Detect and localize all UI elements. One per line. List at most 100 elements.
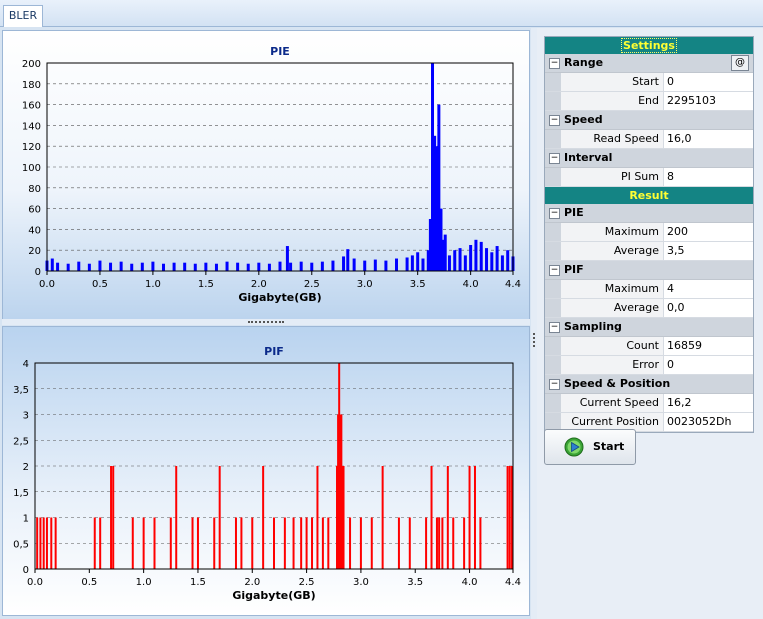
- data-bar: [443, 234, 447, 271]
- data-bar: [458, 248, 462, 271]
- data-bar: [321, 517, 324, 569]
- x-tick-label: 4.0: [462, 577, 478, 588]
- range-at-button[interactable]: @: [731, 55, 749, 71]
- category-range[interactable]: − Range @: [545, 54, 753, 73]
- x-tick-label: 2.0: [244, 577, 260, 588]
- pie-chart-panel: PIE 0 20 40 60 80 100 120 140 160 180 200 0.0 0.5 1.0 1…: [2, 30, 530, 320]
- prop-name: PI Sum: [561, 168, 664, 186]
- data-bar: [218, 466, 221, 569]
- x-tick-label: 3.0: [357, 279, 373, 290]
- tab-strip: BLER: [0, 0, 763, 27]
- chart-title: PIF: [264, 345, 284, 358]
- data-bar: [109, 262, 113, 271]
- data-bar: [251, 517, 254, 569]
- data-bar: [405, 257, 409, 271]
- data-bar: [93, 517, 96, 569]
- collapse-icon[interactable]: −: [549, 379, 560, 390]
- read-speed-field[interactable]: 16,0: [664, 130, 753, 148]
- data-bar: [140, 262, 144, 271]
- data-bar: [359, 517, 362, 569]
- y-tick-label: 2: [23, 462, 29, 473]
- data-bar: [278, 261, 282, 271]
- pi-sum-field[interactable]: 8: [664, 168, 753, 186]
- category-speed-position[interactable]: − Speed & Position: [545, 375, 753, 394]
- current-speed-value: 16,2: [664, 394, 753, 412]
- category-sampling[interactable]: − Sampling: [545, 318, 753, 337]
- data-bar: [363, 260, 367, 271]
- data-bar: [500, 255, 504, 271]
- start-field[interactable]: 0: [664, 73, 753, 91]
- prop-row-end[interactable]: End 2295103: [545, 92, 753, 111]
- category-label: Speed: [564, 113, 603, 126]
- data-bar: [66, 263, 70, 271]
- collapse-icon[interactable]: −: [549, 115, 560, 126]
- prop-row-start[interactable]: Start 0: [545, 73, 753, 92]
- pif-chart: PIF 0 0,5 1 1,5 2 2,5 3 3,5 4 0.0 0.5 1.0 1.5 2.0 2.5 3.…: [13, 345, 521, 602]
- data-bar: [191, 517, 194, 569]
- category-label: Sampling: [564, 320, 622, 333]
- y-tick-label: 160: [22, 101, 41, 112]
- data-bar: [384, 260, 388, 271]
- data-bar: [305, 517, 308, 569]
- y-tick-label: 0: [35, 267, 41, 278]
- data-bar: [495, 246, 499, 271]
- x-tick-label: 2.5: [299, 577, 315, 588]
- collapse-icon[interactable]: −: [549, 208, 560, 219]
- x-tick-label: 2.5: [304, 279, 320, 290]
- prop-name: Current Speed: [561, 394, 664, 412]
- y-tick-label: 2,5: [13, 436, 29, 447]
- y-tick-label: 140: [22, 121, 41, 132]
- x-tick-label: 4.4: [505, 279, 521, 290]
- x-tick-label: 0.0: [39, 279, 55, 290]
- data-bar: [169, 517, 172, 569]
- data-bar: [463, 255, 467, 271]
- data-bar: [352, 258, 356, 271]
- end-field[interactable]: 2295103: [664, 92, 753, 110]
- category-pif[interactable]: − PIF: [545, 261, 753, 280]
- y-tick-label: 1,5: [13, 488, 29, 499]
- collapse-icon[interactable]: −: [549, 322, 560, 333]
- category-pie[interactable]: − PIE: [545, 204, 753, 223]
- prop-row-pif-avg: Average 0,0: [545, 299, 753, 318]
- data-bar: [316, 466, 319, 569]
- prop-name: Read Speed: [561, 130, 664, 148]
- y-tick-label: 4: [23, 359, 29, 370]
- prop-row-pi-sum[interactable]: PI Sum 8: [545, 168, 753, 187]
- category-speed[interactable]: − Speed: [545, 111, 753, 130]
- data-bar: [430, 466, 433, 569]
- horizontal-splitter[interactable]: [2, 319, 530, 325]
- prop-row-read-speed[interactable]: Read Speed 16,0: [545, 130, 753, 149]
- y-tick-label: 20: [28, 246, 41, 257]
- prop-row-pif-max: Maximum 4: [545, 280, 753, 299]
- data-bar: [408, 517, 411, 569]
- data-bar: [246, 263, 250, 271]
- data-bar: [162, 263, 165, 271]
- data-bar: [397, 517, 400, 569]
- data-bar: [214, 263, 218, 271]
- current-position-value: 0023052Dh: [664, 413, 753, 431]
- data-bar: [36, 517, 39, 569]
- data-bar: [151, 261, 155, 271]
- data-bar: [196, 517, 199, 569]
- category-label: Interval: [564, 151, 613, 164]
- data-bar: [346, 249, 350, 271]
- y-tick-label: 80: [28, 184, 41, 195]
- pif-max-value: 4: [664, 280, 753, 298]
- start-button[interactable]: Start: [544, 429, 636, 465]
- data-bar: [283, 517, 286, 569]
- data-bar: [112, 466, 115, 569]
- data-bar: [425, 517, 428, 569]
- collapse-icon[interactable]: −: [549, 153, 560, 164]
- collapse-icon[interactable]: −: [549, 265, 560, 276]
- prop-row-error: Error 0: [545, 356, 753, 375]
- collapse-icon[interactable]: −: [549, 58, 560, 69]
- prop-name: End: [561, 92, 664, 110]
- x-tick-label: 0.5: [81, 577, 97, 588]
- x-tick-label: 4.0: [463, 279, 479, 290]
- tab-bler[interactable]: BLER: [3, 5, 43, 27]
- prop-name: Average: [561, 242, 664, 260]
- data-bar: [110, 466, 113, 569]
- category-interval[interactable]: − Interval: [545, 149, 753, 168]
- error-value: 0: [664, 356, 753, 374]
- y-tick-label: 1: [23, 514, 29, 525]
